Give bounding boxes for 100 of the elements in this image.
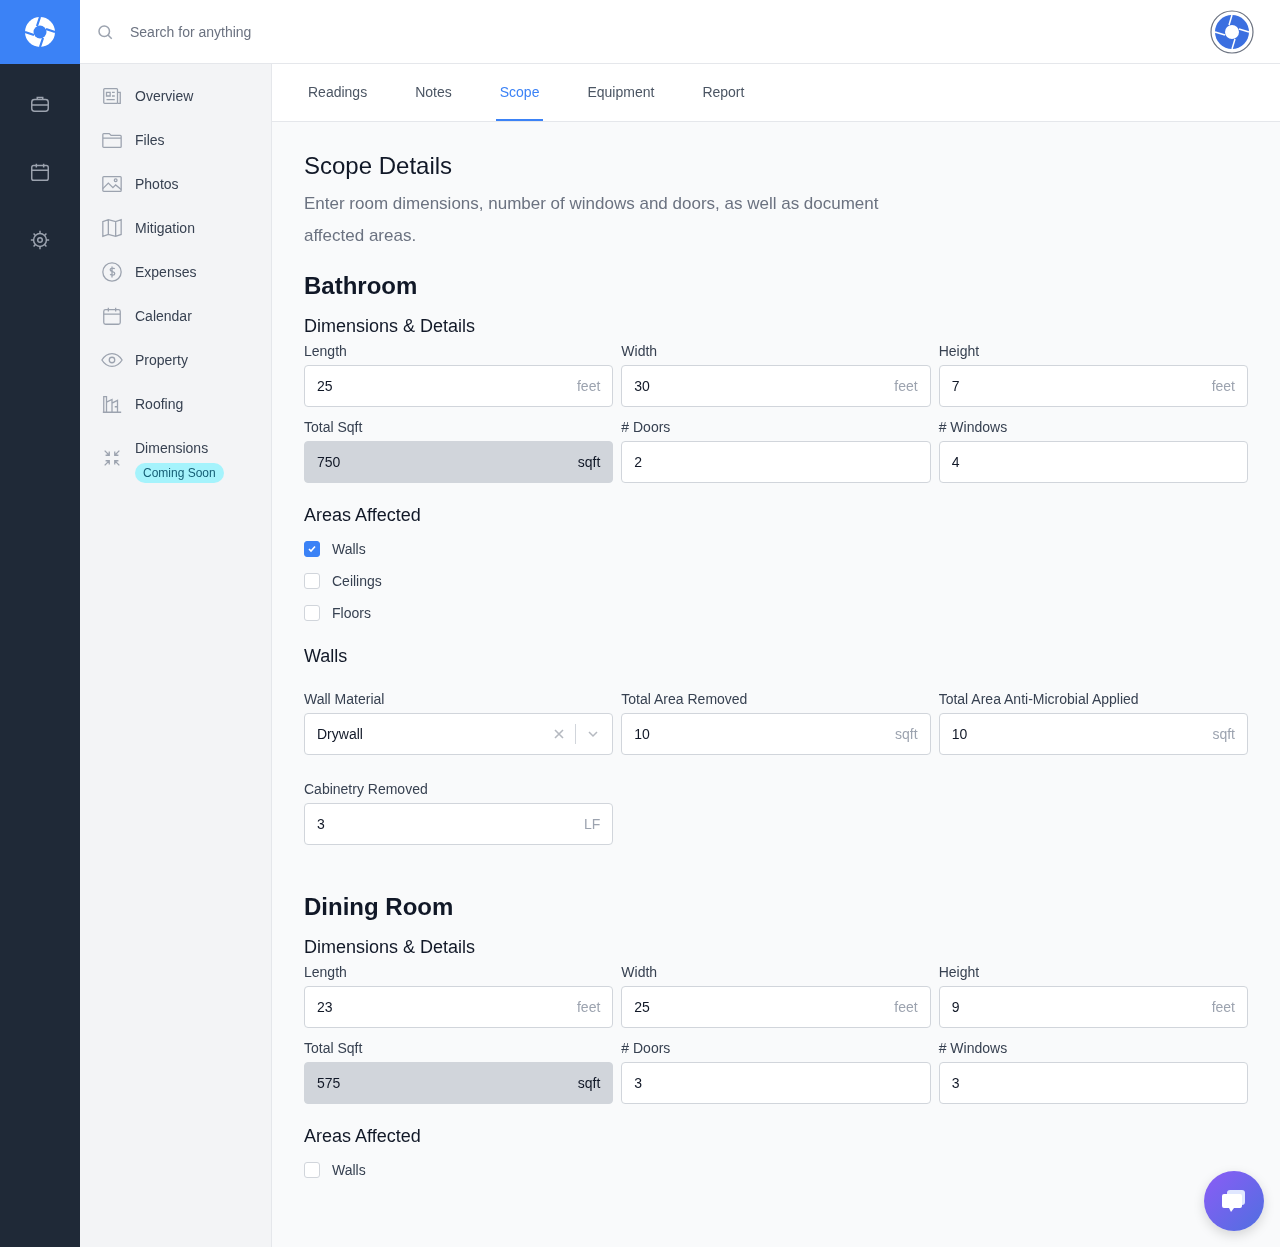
unit-suffix: sqft <box>1212 726 1235 742</box>
unit-suffix: feet <box>576 999 601 1015</box>
unit-suffix: sqft <box>895 726 918 742</box>
sidebar-item[interactable]: Photos <box>80 172 271 216</box>
coming-soon-badge: Coming Soon <box>135 463 224 483</box>
selected-value: Drywall <box>317 726 364 742</box>
unit-suffix: feet <box>894 999 918 1015</box>
input-field[interactable]: 2 <box>621 441 931 483</box>
section-heading: Walls <box>304 646 349 667</box>
field-value: 7 <box>951 378 961 394</box>
unit-suffix: feet <box>894 378 918 394</box>
sidebar-item-label: Roofing <box>135 395 184 414</box>
field-label: Cabinetry Removed <box>304 781 429 797</box>
field-value: 3 <box>951 1075 961 1091</box>
field-label: Total Area Anti-Microbial Applied <box>938 691 1140 707</box>
room-heading: Bathroom <box>304 272 419 300</box>
input-field[interactable]: 3 LF <box>304 803 614 845</box>
input-field[interactable]: 23 feet <box>304 986 614 1028</box>
tab[interactable]: Equipment <box>583 64 659 121</box>
tab[interactable]: Scope <box>495 64 544 121</box>
sidebar-item-label: Dimensions <box>135 439 209 458</box>
sidebar-item-label: Property <box>135 351 188 370</box>
checkbox-label: Floors <box>332 604 371 622</box>
logo-tile[interactable] <box>0 0 80 64</box>
input-field[interactable]: 25 feet <box>621 986 931 1028</box>
aperture-avatar-icon[interactable] <box>1208 7 1256 56</box>
field-value: 750 <box>317 454 342 470</box>
field-label: Total Sqft <box>304 1040 364 1056</box>
dollar-icon <box>101 261 123 283</box>
room-heading: Dining Room <box>304 893 455 921</box>
sidebar-item-label: Photos <box>135 175 179 194</box>
input-field[interactable]: 7 feet <box>938 365 1248 407</box>
field-label: Length <box>304 343 348 359</box>
field-label: Width <box>621 964 659 980</box>
input-field[interactable]: 10 sqft <box>938 713 1248 755</box>
field-label: Height <box>938 343 981 359</box>
unit-suffix: sqft <box>577 454 601 470</box>
field-value: 23 <box>317 999 334 1015</box>
search-field[interactable]: Search for anything <box>128 22 432 41</box>
sidebar-item[interactable]: Dimensions Coming Soon <box>80 436 271 480</box>
sidebar-item-label: Files <box>135 131 165 150</box>
field-label: Width <box>621 343 659 359</box>
section-heading: Dimensions & Details <box>304 316 477 337</box>
field-value: 3 <box>634 1075 644 1091</box>
input-field[interactable]: 30 feet <box>621 365 931 407</box>
input-field[interactable]: 10 sqft <box>621 713 931 755</box>
checkbox-label: Ceilings <box>332 572 382 590</box>
field-value: 10 <box>634 726 651 742</box>
checkbox[interactable] <box>304 541 320 557</box>
sidebar-item[interactable]: Expenses <box>80 260 271 304</box>
sidebar-item[interactable]: Property <box>80 348 271 392</box>
field-value: 9 <box>951 999 961 1015</box>
field-value: 30 <box>634 378 651 394</box>
field-label: Length <box>304 964 348 980</box>
tab[interactable]: Notes <box>411 64 456 121</box>
field-label: Wall Material <box>304 691 386 707</box>
building-icon <box>101 393 123 415</box>
field-value: 4 <box>951 454 961 470</box>
page-title: Scope Details <box>304 152 454 180</box>
input-field[interactable]: 25 feet <box>304 365 614 407</box>
input-field[interactable]: 4 <box>938 441 1248 483</box>
input-field[interactable]: 9 feet <box>938 986 1248 1028</box>
sidebar-item[interactable]: Mitigation <box>80 216 271 260</box>
sidebar-item-label: Expenses <box>135 263 197 282</box>
field-label: # Doors <box>621 1040 672 1056</box>
checkbox-label: Walls <box>332 540 366 558</box>
calendar-icon <box>101 305 123 327</box>
section-heading: Areas Affected <box>304 505 422 526</box>
sidebar-item[interactable]: Files <box>80 128 271 172</box>
unit-suffix: feet <box>1211 999 1235 1015</box>
field-label: # Windows <box>938 419 1009 435</box>
sidebar-item-label: Calendar <box>135 307 192 326</box>
input-field[interactable]: 750 sqft <box>304 441 614 483</box>
select-field[interactable]: Drywall <box>304 713 614 755</box>
field-value: 25 <box>317 378 334 394</box>
newspaper-icon <box>101 85 123 107</box>
aperture-logo-icon <box>23 15 57 49</box>
sidebar-item[interactable]: Calendar <box>80 304 271 348</box>
unit-suffix: feet <box>1211 378 1235 394</box>
field-value: 2 <box>634 454 644 470</box>
sidebar-item[interactable]: Overview <box>80 84 271 128</box>
page-description: Enter room dimensions, number of windows and doors, as well as document affected areas. <box>304 193 880 247</box>
sidebar-item-label: Mitigation <box>135 219 195 238</box>
unit-suffix: sqft <box>577 1075 601 1091</box>
field-value: 25 <box>634 999 651 1015</box>
input-field[interactable]: 3 <box>938 1062 1248 1104</box>
input-field[interactable]: 575 sqft <box>304 1062 614 1104</box>
field-label: Total Sqft <box>304 419 364 435</box>
field-value: 10 <box>951 726 969 742</box>
tab[interactable]: Report <box>698 64 749 121</box>
section-heading: Areas Affected <box>304 1126 422 1147</box>
clear-icon[interactable] <box>553 728 566 740</box>
tab[interactable]: Readings <box>304 64 372 121</box>
section-heading: Dimensions & Details <box>304 937 477 958</box>
sidebar-item[interactable]: Roofing <box>80 392 271 436</box>
sidebar-item-label: Overview <box>135 87 194 106</box>
unit-suffix: LF <box>584 816 601 832</box>
field-label: # Doors <box>621 419 672 435</box>
checkbox-label: Walls <box>332 1161 366 1179</box>
input-field[interactable]: 3 <box>621 1062 931 1104</box>
